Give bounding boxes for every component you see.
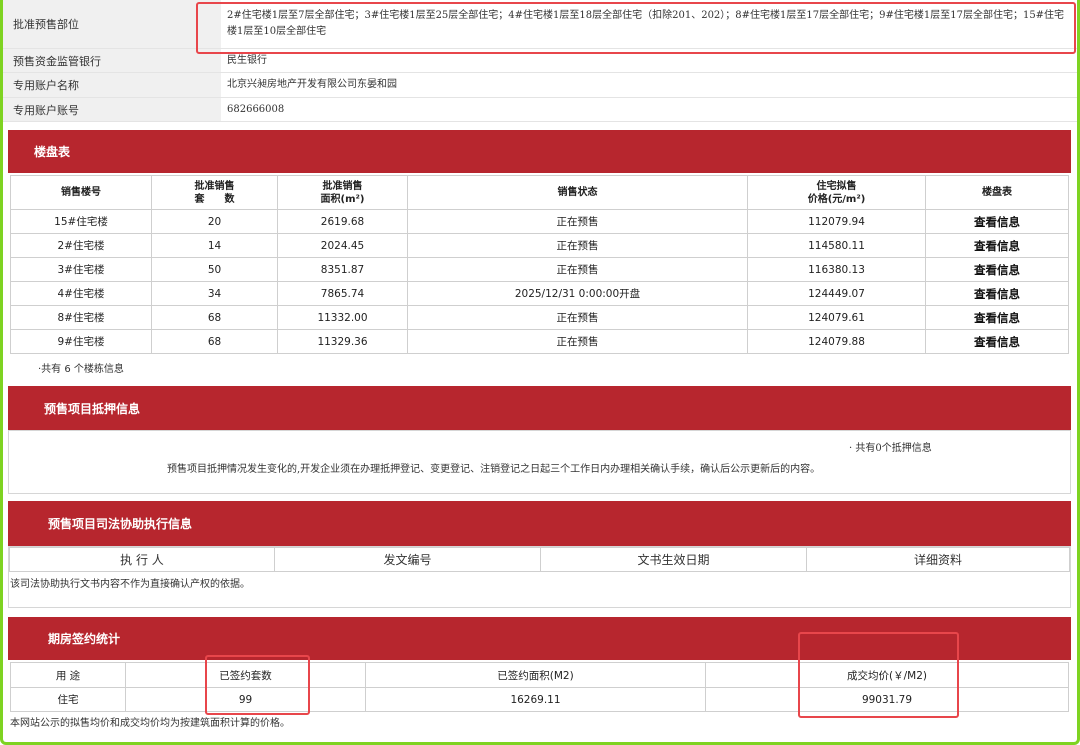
- judicial-body: 执 行 人 发文编号 文书生效日期 详细资料 该司法协助执行文书内容不作为直接确…: [8, 546, 1071, 608]
- cell-area: 11332.00: [277, 305, 408, 330]
- cell-price: 124449.07: [747, 281, 926, 306]
- loupan-header: 楼盘表: [8, 130, 1071, 173]
- cell-building: 9#住宅楼: [10, 329, 152, 354]
- cell-price: 116380.13: [747, 257, 926, 282]
- info-value: 682666008: [227, 103, 285, 115]
- cell-price: 124079.88: [747, 329, 926, 354]
- cell-area: 2619.68: [277, 209, 408, 234]
- info-label: 预售资金监管银行: [3, 49, 221, 72]
- cell-units: 68: [151, 329, 278, 354]
- cell-price: 112079.94: [747, 209, 926, 234]
- cell-units: 14: [151, 233, 278, 258]
- table-row: 2#住宅楼 14 2024.45 正在预售 114580.11 查看信息: [10, 233, 1069, 258]
- col-signed-area: 已签约面积(M2): [365, 662, 706, 688]
- info-row-account-number: 专用账户账号 682666008: [3, 98, 1077, 122]
- mortgage-header: 预售项目抵押信息: [8, 386, 1071, 430]
- info-row-account-name: 专用账户名称 北京兴昶房地产开发有限公司东晏和园: [3, 73, 1077, 98]
- col-details: 详细资料: [806, 547, 1070, 572]
- col-status: 销售状态: [407, 175, 748, 210]
- col-table: 楼盘表: [925, 175, 1069, 210]
- cell-status: 正在预售: [407, 305, 748, 330]
- qifang-title: 期房签约统计: [48, 632, 121, 646]
- loupan-title: 楼盘表: [34, 145, 71, 159]
- table-row: 3#住宅楼 50 8351.87 正在预售 116380.13 查看信息: [10, 257, 1069, 282]
- cell-price: 114580.11: [747, 233, 926, 258]
- col-executor: 执 行 人: [9, 547, 275, 572]
- cell-area: 7865.74: [277, 281, 408, 306]
- cell-building: 8#住宅楼: [10, 305, 152, 330]
- cell-area: 8351.87: [277, 257, 408, 282]
- cell-building: 4#住宅楼: [10, 281, 152, 306]
- table-header-row: 销售楼号 批准销售套 数 批准销售 面积(m²) 销售状态 住宅拟售 价格(元/m²…: [10, 175, 1069, 210]
- mortgage-body: · 共有0个抵押信息 预售项目抵押情况发生变化的,开发企业须在办理抵押登记、变更…: [8, 430, 1071, 494]
- cell-status: 正在预售: [407, 209, 748, 234]
- building-count-text: ·共有 6 个楼栋信息: [38, 364, 124, 375]
- cell-area: 2024.45: [277, 233, 408, 258]
- cell-price: 124079.61: [747, 305, 926, 330]
- col-area: 批准销售 面积(m²): [277, 175, 408, 210]
- qifang-note: 本网站公示的拟售均价和成交均价均为按建筑面积计算的价格。: [10, 718, 290, 729]
- loupan-table-wrap: 销售楼号 批准销售套 数 批准销售 面积(m²) 销售状态 住宅拟售 价格(元/m²…: [10, 175, 1069, 354]
- cell-status: 正在预售: [407, 329, 748, 354]
- judicial-note: 该司法协助执行文书内容不作为直接确认产权的依据。: [10, 579, 250, 590]
- col-units: 批准销售套 数: [151, 175, 278, 210]
- view-info-link[interactable]: 查看信息: [925, 329, 1069, 354]
- judicial-title: 预售项目司法协助执行信息: [48, 517, 193, 531]
- highlight-box-signed-units: [205, 655, 310, 715]
- col-building: 销售楼号: [10, 175, 152, 210]
- view-info-link[interactable]: 查看信息: [925, 209, 1069, 234]
- col-effective-date: 文书生效日期: [540, 547, 807, 572]
- cell-units: 34: [151, 281, 278, 306]
- view-info-link[interactable]: 查看信息: [925, 305, 1069, 330]
- highlight-box-approved-parts: [196, 2, 1076, 54]
- cell-units: 50: [151, 257, 278, 282]
- loupan-table: 销售楼号 批准销售套 数 批准销售 面积(m²) 销售状态 住宅拟售 价格(元/m²…: [10, 175, 1069, 354]
- info-label: 专用账户名称: [3, 73, 221, 97]
- cell-usage: 住宅: [10, 687, 126, 712]
- info-label: 专用账户账号: [3, 98, 221, 121]
- col-doc-number: 发文编号: [274, 547, 541, 572]
- cell-units: 68: [151, 305, 278, 330]
- view-info-link[interactable]: 查看信息: [925, 281, 1069, 306]
- highlight-box-avg-price: [798, 632, 959, 718]
- table-row: 15#住宅楼 20 2619.68 正在预售 112079.94 查看信息: [10, 209, 1069, 234]
- mortgage-title: 预售项目抵押信息: [44, 401, 141, 416]
- cell-status: 正在预售: [407, 257, 748, 282]
- col-price: 住宅拟售 价格(元/m²): [747, 175, 926, 210]
- col-usage: 用 途: [10, 662, 126, 688]
- view-info-link[interactable]: 查看信息: [925, 233, 1069, 258]
- table-row: 8#住宅楼 68 11332.00 正在预售 124079.61 查看信息: [10, 305, 1069, 330]
- cell-building: 2#住宅楼: [10, 233, 152, 258]
- table-row: 9#住宅楼 68 11329.36 正在预售 124079.88 查看信息: [10, 329, 1069, 354]
- info-label: 批准预售部位: [3, 0, 221, 48]
- cell-status: 正在预售: [407, 233, 748, 258]
- cell-area: 11329.36: [277, 329, 408, 354]
- table-row: 4#住宅楼 34 7865.74 2025/12/31 0:00:00开盘 12…: [10, 281, 1069, 306]
- mortgage-count-text: · 共有0个抵押信息: [849, 443, 932, 454]
- cell-status: 2025/12/31 0:00:00开盘: [407, 281, 748, 306]
- cell-signed-area: 16269.11: [365, 687, 706, 712]
- view-info-link[interactable]: 查看信息: [925, 257, 1069, 282]
- mortgage-note: 预售项目抵押情况发生变化的,开发企业须在办理抵押登记、变更登记、注销登记之日起三…: [167, 464, 821, 475]
- cell-building: 3#住宅楼: [10, 257, 152, 282]
- judicial-table: 执 行 人 发文编号 文书生效日期 详细资料: [9, 547, 1070, 572]
- info-value: 北京兴昶房地产开发有限公司东晏和园: [227, 79, 397, 90]
- cell-building: 15#住宅楼: [10, 209, 152, 234]
- cell-units: 20: [151, 209, 278, 234]
- table-header-row: 执 行 人 发文编号 文书生效日期 详细资料: [9, 547, 1070, 572]
- judicial-header: 预售项目司法协助执行信息: [8, 501, 1071, 546]
